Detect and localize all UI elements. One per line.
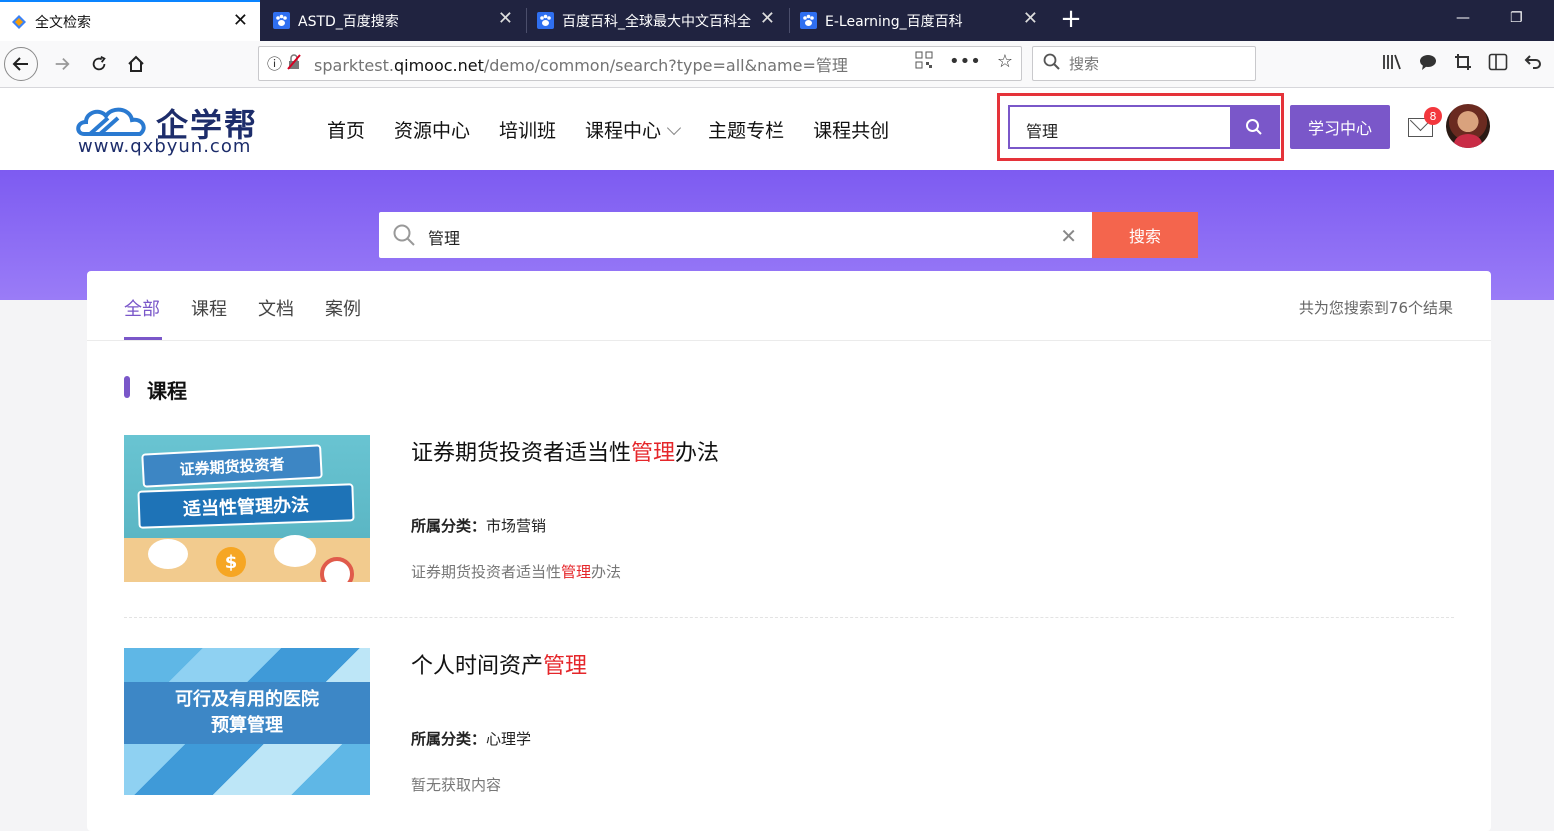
- tab-elearning[interactable]: E-Learning_百度百科 ✕: [790, 0, 1050, 41]
- tab-baike[interactable]: 百度百科_全球最大中文百科全 ✕: [527, 0, 787, 41]
- tab-astd[interactable]: ASTD_百度搜索 ✕: [263, 0, 525, 41]
- course-title[interactable]: 证券期货投资者适当性管理办法: [411, 435, 719, 467]
- chevron-down-icon: [666, 120, 682, 136]
- reload-icon[interactable]: [83, 49, 115, 79]
- tab-courses[interactable]: 课程: [191, 295, 227, 321]
- undo-icon[interactable]: [1524, 53, 1542, 76]
- paw-icon: [273, 12, 290, 29]
- close-icon[interactable]: ✕: [498, 10, 513, 28]
- course-description: 证券期货投资者适当性管理办法: [411, 563, 622, 581]
- section-title: 课程: [147, 379, 187, 403]
- nav-home[interactable]: 首页: [327, 116, 365, 143]
- thumb-text: 可行及有用的医院 预算管理: [124, 682, 370, 744]
- crop-icon[interactable]: [1454, 53, 1472, 76]
- site-logo[interactable]: 企学帮 www.qxbyun.com: [76, 102, 288, 158]
- list-item: 证券期货投资者 适当性管理办法 $ 证券期货投资者适当性管理办法 所属分类：市场…: [124, 435, 1454, 585]
- close-icon[interactable]: ✕: [1023, 10, 1038, 28]
- paw-icon: [800, 12, 817, 29]
- paw-icon: [537, 12, 554, 29]
- library-icon[interactable]: [1382, 53, 1402, 76]
- clear-icon[interactable]: ✕: [1060, 224, 1077, 248]
- nav-co-creation[interactable]: 课程共创: [813, 116, 889, 143]
- course-category: 所属分类：心理学: [411, 730, 532, 748]
- insecure-icon: [286, 53, 302, 74]
- tab-documents[interactable]: 文档: [258, 295, 294, 321]
- main-search-input[interactable]: 管理: [428, 225, 460, 249]
- info-icon[interactable]: ⓘ: [267, 53, 282, 74]
- browser-tab-bar: 全文检索 ✕ ASTD_百度搜索 ✕ 百度百科_全球最大中文百科全 ✕ E-Le…: [0, 0, 1554, 41]
- header-search[interactable]: 管理: [1008, 105, 1280, 149]
- chat-icon[interactable]: [1418, 53, 1438, 76]
- thumb-text: 适当性管理办法: [137, 483, 355, 529]
- results-card: 全部 课程 文档 案例 共为您搜索到76个结果 课程 证券期货投资者 适当性管理…: [87, 271, 1491, 831]
- header-search-button[interactable]: [1230, 107, 1278, 147]
- search-placeholder: 搜索: [1069, 55, 1100, 73]
- logo-en: www.qxbyun.com: [78, 136, 252, 157]
- search-icon: [1246, 119, 1262, 135]
- search-icon: [393, 224, 415, 246]
- list-item: 可行及有用的医院 预算管理 个人时间资产管理 所属分类：心理学 暂无获取内容: [124, 648, 1454, 798]
- back-icon[interactable]: [4, 47, 38, 81]
- close-icon[interactable]: ✕: [233, 12, 248, 30]
- result-type-tabs: 全部 课程 文档 案例: [124, 295, 392, 321]
- minimize-button[interactable]: —: [1456, 10, 1470, 26]
- qrcode-icon[interactable]: [915, 51, 933, 74]
- nav-training[interactable]: 培训班: [499, 116, 556, 143]
- item-divider: [124, 617, 1454, 618]
- home-icon[interactable]: [120, 49, 152, 79]
- main-search-box[interactable]: 管理 ✕: [379, 212, 1093, 258]
- divider: [87, 340, 1491, 341]
- browser-nav-bar: ⓘ sparktest.qimooc.net/demo/common/searc…: [0, 41, 1554, 88]
- course-thumbnail[interactable]: 证券期货投资者 适当性管理办法 $: [124, 435, 370, 582]
- main-nav: 首页 资源中心 培训班 课程中心 主题专栏 课程共创: [327, 116, 918, 143]
- nav-resource-center[interactable]: 资源中心: [394, 116, 470, 143]
- forward-icon[interactable]: [46, 49, 78, 79]
- tab-fulltext-search[interactable]: 全文检索 ✕: [0, 0, 260, 41]
- mail-badge: 8: [1424, 107, 1442, 125]
- tab-all[interactable]: 全部: [124, 295, 160, 321]
- address-bar[interactable]: ⓘ sparktest.qimooc.net/demo/common/searc…: [258, 46, 1022, 81]
- section-marker: [124, 376, 130, 398]
- tab-title: 全文检索: [35, 14, 91, 31]
- new-tab-button[interactable]: +: [1058, 6, 1084, 34]
- tab-cases[interactable]: 案例: [325, 295, 361, 321]
- restore-button[interactable]: ❐: [1510, 10, 1523, 26]
- nav-course-center[interactable]: 课程中心: [585, 116, 682, 143]
- avatar[interactable]: [1446, 104, 1490, 148]
- nav-course-center-label: 课程中心: [585, 120, 662, 142]
- main-search-button[interactable]: 搜索: [1092, 212, 1198, 258]
- url-text: sparktest.qimooc.net/demo/common/search?…: [314, 55, 848, 75]
- thumb-text: 证券期货投资者: [141, 444, 323, 488]
- study-center-button[interactable]: 学习中心: [1290, 105, 1390, 149]
- search-icon: [1043, 53, 1061, 75]
- course-category: 所属分类：市场营销: [411, 517, 547, 535]
- tab-title: E-Learning_百度百科: [825, 13, 963, 30]
- browser-search-bar[interactable]: 搜索: [1032, 46, 1256, 81]
- tab-title: 百度百科_全球最大中文百科全: [562, 13, 751, 30]
- tab-favicon-icon: [10, 13, 27, 30]
- nav-topics[interactable]: 主题专栏: [708, 116, 784, 143]
- star-icon[interactable]: ☆: [997, 51, 1013, 74]
- close-icon[interactable]: ✕: [760, 10, 775, 28]
- tab-title: ASTD_百度搜索: [298, 13, 399, 30]
- site-header: 企学帮 www.qxbyun.com 首页 资源中心 培训班 课程中心 主题专栏…: [0, 88, 1554, 170]
- course-thumbnail[interactable]: 可行及有用的医院 预算管理: [124, 648, 370, 795]
- result-count: 共为您搜索到76个结果: [1298, 299, 1453, 317]
- sidebar-icon[interactable]: [1488, 53, 1508, 76]
- course-description: 暂无获取内容: [411, 776, 502, 794]
- course-title[interactable]: 个人时间资产管理: [411, 648, 587, 680]
- header-search-input[interactable]: 管理: [1026, 118, 1058, 142]
- more-icon[interactable]: •••: [949, 51, 981, 74]
